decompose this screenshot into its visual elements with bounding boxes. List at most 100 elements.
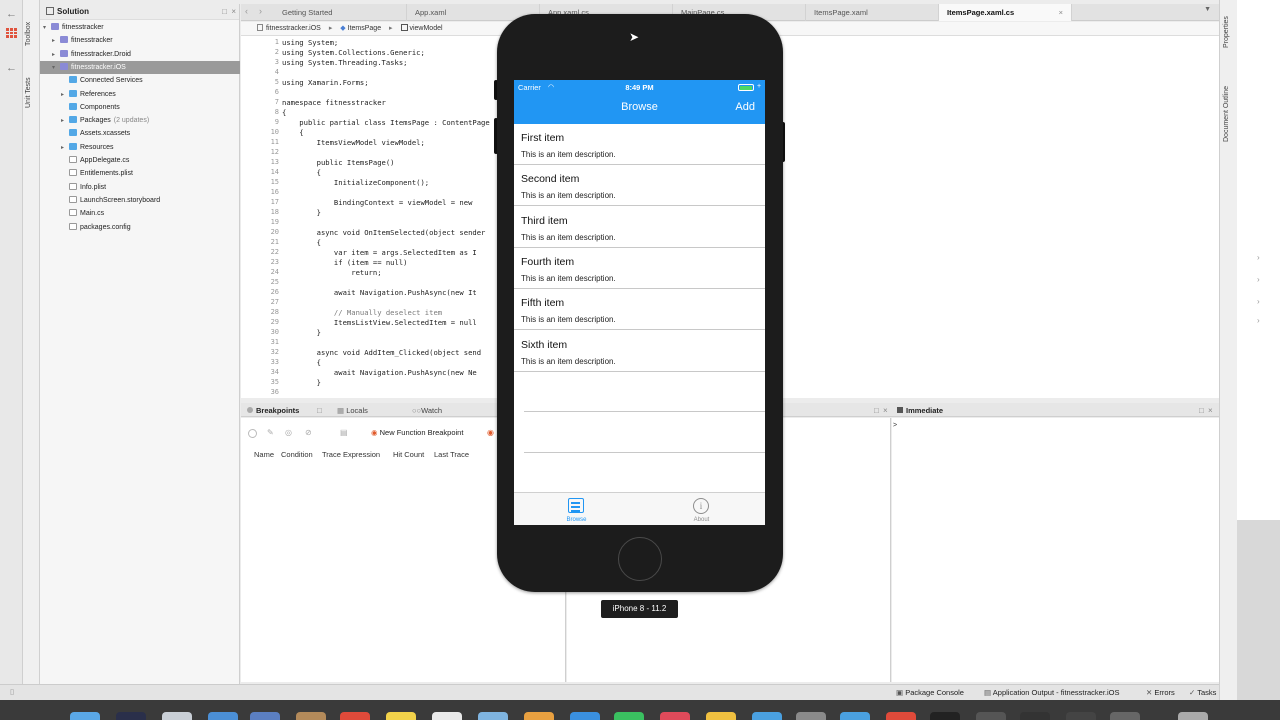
tree-item[interactable]: packages.config	[40, 221, 240, 234]
close-icon[interactable]: ×	[1208, 406, 1213, 415]
code-line[interactable]: // Manually deselect item	[282, 308, 442, 317]
code-line[interactable]: async void AddItem_Clicked(object send	[282, 348, 481, 357]
code-line[interactable]: {	[282, 358, 321, 367]
maps-icon[interactable]	[478, 712, 508, 720]
code-line[interactable]: var item = args.SelectedItem as I	[282, 248, 477, 257]
tree-item[interactable]: ▸ fitnesstracker	[40, 34, 240, 47]
notes-icon[interactable]	[386, 712, 416, 720]
code-line[interactable]: }	[282, 208, 321, 217]
calendar-icon[interactable]	[340, 712, 370, 720]
expand-right-icon[interactable]: ▸	[52, 49, 60, 62]
code-line[interactable]: namespace fitnesstracker	[282, 98, 386, 107]
app-icon[interactable]	[570, 712, 600, 720]
tree-item[interactable]: Entitlements.plist	[40, 167, 240, 180]
grid-icon[interactable]	[6, 28, 17, 38]
tab-getting-started[interactable]: Getting Started	[274, 4, 407, 21]
tab-browse[interactable]: Browse	[514, 493, 639, 525]
edit-breakpoint-icon[interactable]: ✎	[267, 428, 274, 437]
home-button[interactable]	[618, 537, 662, 581]
col-condition[interactable]: Condition	[281, 450, 313, 459]
breadcrumb-project[interactable]: fitnesstracker.iOS	[266, 25, 321, 32]
col-last-trace[interactable]: Last Trace	[434, 450, 469, 459]
list-item[interactable]: Fourth item This is an item description.	[514, 248, 765, 289]
vtab-properties[interactable]: Properties	[1223, 16, 1230, 48]
list-item[interactable]: Third item This is an item description.	[514, 207, 765, 248]
tab-itemspage-xaml[interactable]: ItemsPage.xaml	[806, 4, 939, 21]
code-line[interactable]: async void OnItemSelected(object sender	[282, 228, 486, 237]
list-item[interactable]: First item This is an item description.	[514, 124, 765, 165]
new-function-breakpoint-button[interactable]: ◉ New Function Breakpoint	[371, 428, 463, 437]
tab-locals[interactable]: ▦ Locals	[337, 406, 368, 415]
code-line[interactable]: InitializeComponent();	[282, 178, 429, 187]
tree-item[interactable]: ▸ fitnesstracker.Droid	[40, 48, 240, 61]
close-icon[interactable]: ×	[883, 406, 888, 415]
close-tab-icon[interactable]: ×	[1059, 4, 1063, 21]
photos-icon[interactable]	[250, 712, 280, 720]
col-hit-count[interactable]: Hit Count	[393, 450, 424, 459]
expand-down-icon[interactable]: ▾	[43, 22, 51, 35]
tree-item[interactable]: Assets.xcassets	[40, 127, 240, 140]
app-icon[interactable]	[840, 712, 870, 720]
code-line[interactable]: await Navigation.PushAsync(new It	[282, 288, 477, 297]
tabs-forward-icon[interactable]: ›	[259, 6, 262, 16]
expand-right-icon[interactable]: ▸	[52, 35, 60, 48]
code-line[interactable]: }	[282, 378, 321, 387]
tree-item[interactable]: AppDelegate.cs	[40, 154, 240, 167]
back-arrow-icon[interactable]: ←	[6, 8, 17, 20]
delete-breakpoint-icon[interactable]: ⊘	[305, 428, 312, 437]
terminal-icon[interactable]	[930, 712, 960, 720]
exception-breakpoint-icon[interactable]: ◉	[487, 428, 494, 437]
tabs-back-icon[interactable]: ‹	[245, 6, 248, 16]
code-line[interactable]: }	[282, 328, 321, 337]
tab-breakpoints[interactable]: Breakpoints	[247, 406, 299, 415]
code-line[interactable]: await Navigation.PushAsync(new Ne	[282, 368, 477, 377]
trash-icon[interactable]	[1178, 712, 1208, 720]
enable-breakpoint-icon[interactable]	[248, 429, 257, 438]
tree-item[interactable]: ▸ References	[40, 88, 240, 101]
vtab-document-outline[interactable]: Document Outline	[1223, 86, 1230, 142]
expand-right-icon[interactable]: ▸	[61, 142, 69, 155]
add-button[interactable]: Add	[735, 101, 755, 113]
expand-right-icon[interactable]: ▸	[61, 89, 69, 102]
contacts-icon[interactable]	[296, 712, 326, 720]
tab-watch[interactable]: ○○Watch	[412, 406, 442, 415]
code-line[interactable]: BindingContext = viewModel = new	[282, 198, 472, 207]
tree-item[interactable]: Info.plist	[40, 181, 240, 194]
code-line[interactable]: ItemsListView.SelectedItem = null	[282, 318, 477, 327]
mail-icon[interactable]	[208, 712, 238, 720]
vtab-unit-tests[interactable]: Unit Tests	[25, 77, 32, 108]
back-arrow-icon[interactable]: ←	[6, 62, 17, 74]
code-line[interactable]: {	[282, 128, 303, 137]
pin-icon[interactable]: □	[874, 406, 879, 415]
tree-item[interactable]: ▾ fitnesstracker.iOS	[40, 60, 240, 75]
expand-down-icon[interactable]: ▾	[52, 62, 60, 75]
tab-about[interactable]: i About	[639, 493, 764, 525]
code-line[interactable]: public partial class ItemsPage : Content…	[282, 118, 489, 127]
code-line[interactable]: using Xamarin.Forms;	[282, 78, 369, 87]
disable-all-icon[interactable]: ◎	[285, 428, 292, 437]
tab-immediate[interactable]: Immediate	[897, 406, 943, 415]
app-store-icon[interactable]	[752, 712, 782, 720]
pin-icon[interactable]: □	[222, 4, 227, 20]
pin-icon[interactable]: □	[1199, 406, 1204, 415]
app-icon[interactable]	[706, 712, 736, 720]
code-line[interactable]: if (item == null)	[282, 258, 408, 267]
col-name[interactable]: Name	[254, 450, 274, 459]
app-icon[interactable]	[524, 712, 554, 720]
safari-icon[interactable]	[162, 712, 192, 720]
immediate-pad[interactable]: >	[892, 418, 1219, 682]
tree-item[interactable]: Components	[40, 101, 240, 114]
expand-right-icon[interactable]: ▸	[61, 115, 69, 128]
tabs-overflow-icon[interactable]: ▼	[1204, 6, 1211, 13]
code-line[interactable]: using System.Threading.Tasks;	[282, 58, 408, 67]
code-line[interactable]: {	[282, 168, 321, 177]
system-preferences-icon[interactable]	[796, 712, 826, 720]
app-icon[interactable]	[976, 712, 1006, 720]
package-console-button[interactable]: ▣ Package Console	[896, 688, 964, 697]
breadcrumb-member[interactable]: viewModel	[409, 25, 442, 32]
messages-icon[interactable]	[614, 712, 644, 720]
tree-item[interactable]: Connected Services	[40, 74, 240, 87]
vtab-toolbox[interactable]: Toolbox	[25, 22, 32, 46]
tree-item[interactable]: LaunchScreen.storyboard	[40, 194, 240, 207]
list-item[interactable]: Sixth item This is an item description.	[514, 331, 765, 372]
